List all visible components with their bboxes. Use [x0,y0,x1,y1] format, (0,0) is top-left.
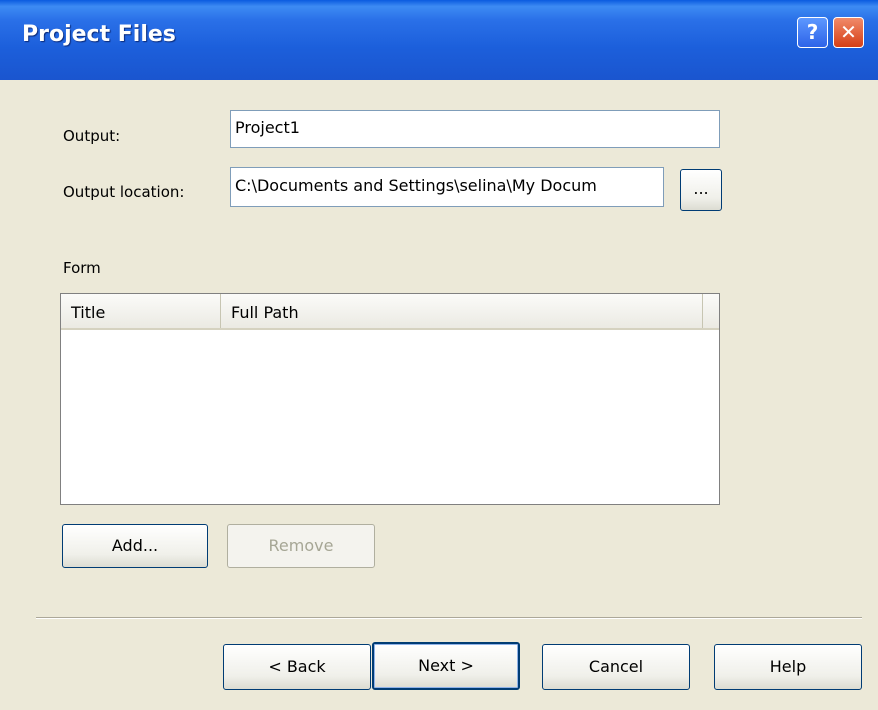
list-header: Title Full Path [61,294,719,330]
add-button[interactable]: Add... [62,524,208,568]
column-header-spacer [703,294,719,328]
back-button[interactable]: < Back [223,644,371,690]
title-bar[interactable]: Project Files ? ✕ [0,0,878,80]
output-location-input[interactable]: C:\Documents and Settings\selina\My Docu… [230,167,664,207]
output-location-label: Output location: [63,183,185,201]
form-group-label: Form [63,259,101,277]
close-icon: ✕ [840,20,857,44]
form-list[interactable]: Title Full Path [60,293,720,505]
column-header-title[interactable]: Title [61,294,221,328]
help-icon: ? [806,20,819,44]
output-input[interactable]: Project1 [230,110,720,148]
separator-line-highlight [36,618,862,619]
cancel-button[interactable]: Cancel [542,644,690,690]
help-title-button[interactable]: ? [797,17,828,48]
help-button[interactable]: Help [714,644,862,690]
browse-button[interactable]: ... [680,169,722,211]
remove-button[interactable]: Remove [227,524,375,568]
output-label: Output: [63,127,121,145]
next-button[interactable]: Next > [372,642,520,690]
dialog-title: Project Files [22,22,176,47]
close-title-button[interactable]: ✕ [833,17,864,48]
column-header-full-path[interactable]: Full Path [221,294,703,328]
project-files-dialog: Project Files ? ✕ Output: Project1 Outpu… [0,0,878,710]
